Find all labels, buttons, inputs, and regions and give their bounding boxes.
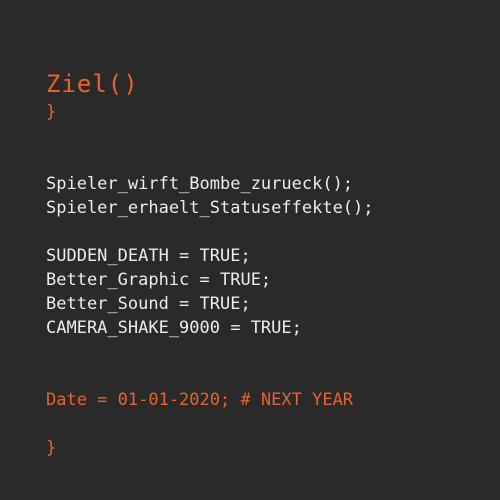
code-line-sudden-death: SUDDEN_DEATH = TRUE;: [46, 246, 251, 266]
brace-close: }: [46, 438, 57, 458]
code-line-better-graphic: Better_Graphic = TRUE;: [46, 270, 272, 290]
code-line-call-1: Spieler_wirft_Bombe_zurueck();: [46, 174, 354, 194]
code-line-date: Date = 01-01-2020; # NEXT YEAR: [46, 390, 354, 410]
code-line-call-2: Spieler_erhaelt_Statuseffekte();: [46, 198, 374, 218]
code-card: Ziel() } Spieler_wirft_Bombe_zurueck(); …: [0, 0, 500, 500]
brace-open: }: [46, 102, 57, 122]
code-line-better-sound: Better_Sound = TRUE;: [46, 294, 251, 314]
function-header: Ziel(): [46, 70, 139, 98]
code-line-camera-shake: CAMERA_SHAKE_9000 = TRUE;: [46, 318, 302, 338]
